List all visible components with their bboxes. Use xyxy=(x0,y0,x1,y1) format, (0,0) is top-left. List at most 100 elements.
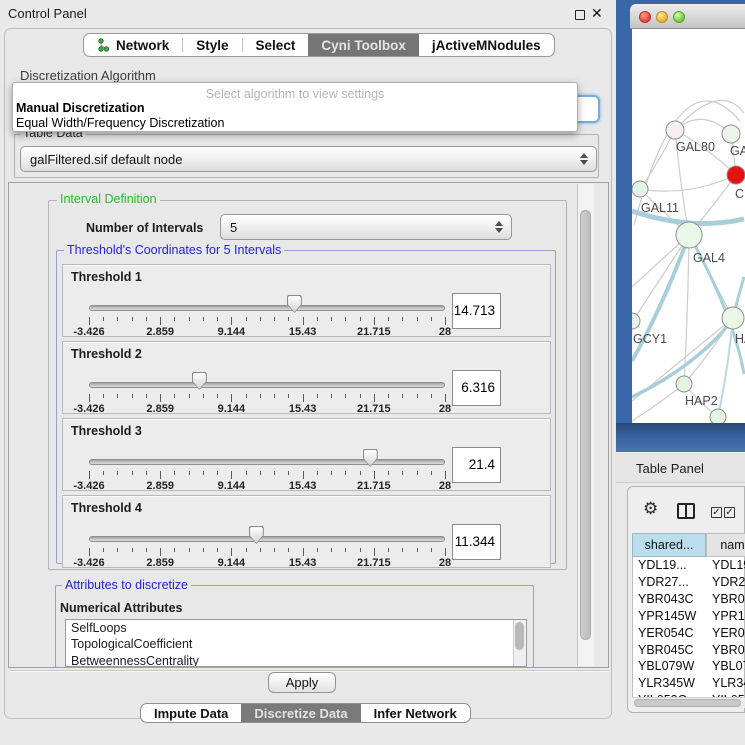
threshold-slider-track[interactable] xyxy=(89,536,445,542)
slider-tick xyxy=(103,394,104,398)
table-row[interactable]: YBR043CYBR043C xyxy=(632,592,745,609)
top-tab-bar: NetworkStyleSelect Cyni Toolbox jActiveMNo… xyxy=(83,33,555,57)
settings-scrollbar-thumb[interactable] xyxy=(580,210,591,640)
apply-button[interactable]: Apply xyxy=(268,672,336,693)
network-window-titlebar[interactable] xyxy=(630,4,745,29)
column-header-shared-name[interactable]: shared... xyxy=(632,533,706,557)
attributes-list-scrollbar-thumb[interactable] xyxy=(515,622,524,650)
slider-tick xyxy=(189,471,190,475)
numerical-attributes-list[interactable]: SelfLoopsTopologicalCoefficientBetweenne… xyxy=(65,619,527,667)
table-rows: YDL19...YDL19YDR27...YDR27YBR043CYBR043C… xyxy=(632,558,745,697)
table-row[interactable]: YDL19...YDL19 xyxy=(632,558,745,575)
popup-item-manual[interactable]: Manual Discretization xyxy=(16,101,145,115)
tab-infer-network[interactable]: Infer Network xyxy=(361,704,470,722)
network-view-canvas[interactable]: GAL80GACGAL11GAL4GCY1HAHAP2 xyxy=(632,29,745,423)
table-row[interactable]: YDR27...YDR27 xyxy=(632,575,745,592)
threshold-value-field[interactable]: 21.4 xyxy=(452,447,501,483)
checkbox-icon[interactable]: ✓ xyxy=(711,507,722,518)
number-of-intervals-combobox[interactable]: 5 xyxy=(220,214,512,240)
table-data-value: galFiltered.sif default node xyxy=(21,152,577,167)
close-icon[interactable]: ✕ xyxy=(591,5,603,22)
slider-tick xyxy=(274,394,275,398)
table-row[interactable]: YLR345WYLR345W xyxy=(632,676,745,693)
table-row[interactable]: YPR145WYPR145W xyxy=(632,609,745,626)
popup-item-equal-width[interactable]: Equal Width/Frequency Discretization xyxy=(16,116,224,130)
table-row[interactable]: YBL079WYBL079W xyxy=(632,659,745,676)
table-row[interactable]: YBR045CYBR045C xyxy=(632,643,745,660)
HAP2-node[interactable] xyxy=(676,376,692,392)
minimize-traffic-light-icon[interactable] xyxy=(656,11,668,23)
slider-tick-label: 28 xyxy=(439,403,451,415)
node-label: GCY1 xyxy=(633,332,667,346)
slider-tick-label: 21.715 xyxy=(357,403,391,415)
close-traffic-light-icon[interactable] xyxy=(639,11,651,23)
columns-icon[interactable] xyxy=(677,503,695,519)
control-panel-title: Control Panel xyxy=(8,6,87,21)
threshold-label: Threshold 3 xyxy=(71,424,142,438)
slider-tick-label: -3.426 xyxy=(73,480,104,492)
slider-tick xyxy=(303,394,304,402)
tab-cyni-toolbox[interactable]: Cyni Toolbox xyxy=(308,34,419,56)
column-header-name[interactable]: name xyxy=(706,533,745,557)
tab-style[interactable]: Style xyxy=(183,34,241,56)
GCY1-node[interactable] xyxy=(632,313,640,329)
slider-tick xyxy=(103,317,104,321)
threshold-slider-thumb[interactable] xyxy=(192,372,207,390)
threshold-panel: Threshold 2-3.4262.8599.14415.4321.71528… xyxy=(62,341,551,414)
slider-tick xyxy=(360,471,361,475)
cell-shared-name: YBL079W xyxy=(638,659,694,673)
slider-tick xyxy=(217,394,218,398)
zoom-traffic-light-icon[interactable] xyxy=(673,11,685,23)
GAL80-node[interactable] xyxy=(666,121,684,139)
slider-tick xyxy=(174,471,175,475)
threshold-value-field[interactable]: 14.713 xyxy=(452,293,501,329)
GAL4-node[interactable] xyxy=(676,222,702,248)
gear-icon[interactable]: ⚙ xyxy=(643,499,658,519)
list-item[interactable]: TopologicalCoefficient xyxy=(66,636,526,652)
slider-tick xyxy=(402,394,403,398)
list-item[interactable]: BetweennessCentrality xyxy=(66,653,526,667)
slider-tick xyxy=(388,317,389,321)
slider-tick xyxy=(231,548,232,556)
list-item[interactable]: SelfLoops xyxy=(66,620,526,636)
threshold-value-field[interactable]: 6.316 xyxy=(452,370,501,406)
slider-tick-label: -3.426 xyxy=(73,403,104,415)
tab-select[interactable]: Select xyxy=(243,34,309,56)
checkbox-icon[interactable]: ✓ xyxy=(724,507,735,518)
slider-tick-label: 21.715 xyxy=(357,480,391,492)
tab-label: jActiveMNodules xyxy=(432,38,541,53)
table-data-combobox[interactable]: galFiltered.sif default node xyxy=(20,146,597,172)
cell-name: YPR145W xyxy=(712,609,745,623)
bottom-node[interactable] xyxy=(710,409,726,423)
threshold-slider-thumb[interactable] xyxy=(363,449,378,467)
red-node[interactable] xyxy=(727,166,745,184)
slider-tick-label: 15.43 xyxy=(289,557,317,569)
tab-network[interactable]: Network xyxy=(84,34,182,56)
slider-tick xyxy=(445,471,446,479)
threshold-slider-track[interactable] xyxy=(89,382,445,388)
threshold-slider-track[interactable] xyxy=(89,305,445,311)
table-row[interactable]: YER054CYER054C xyxy=(632,626,745,643)
threshold-slider-track[interactable] xyxy=(89,459,445,465)
slider-tick xyxy=(317,394,318,398)
threshold-slider-thumb[interactable] xyxy=(249,526,264,544)
tab-jactivemnodules[interactable]: jActiveMNodules xyxy=(419,34,554,56)
slider-tick xyxy=(374,394,375,402)
tab-label: Cyni Toolbox xyxy=(321,38,406,53)
threshold-slider-thumb[interactable] xyxy=(287,295,302,313)
float-window-icon[interactable] xyxy=(575,10,585,20)
threshold-label: Threshold 4 xyxy=(71,501,142,515)
top-right-node[interactable] xyxy=(722,125,740,143)
slider-tick xyxy=(117,317,118,321)
tab-discretize-data[interactable]: Discretize Data xyxy=(241,704,360,722)
network-edge xyxy=(640,130,675,189)
table-scrollbar-thumb[interactable] xyxy=(634,699,741,707)
GAL11-node[interactable] xyxy=(632,181,648,197)
cell-name: YBR045C xyxy=(712,643,745,657)
right-node[interactable] xyxy=(722,307,744,329)
bottom-tab-bar: Impute DataDiscretize DataInfer Network xyxy=(140,703,471,723)
slider-tick xyxy=(160,471,161,479)
threshold-value-field[interactable]: 11.344 xyxy=(452,524,501,560)
tab-impute-data[interactable]: Impute Data xyxy=(141,704,241,722)
slider-tick xyxy=(402,471,403,475)
